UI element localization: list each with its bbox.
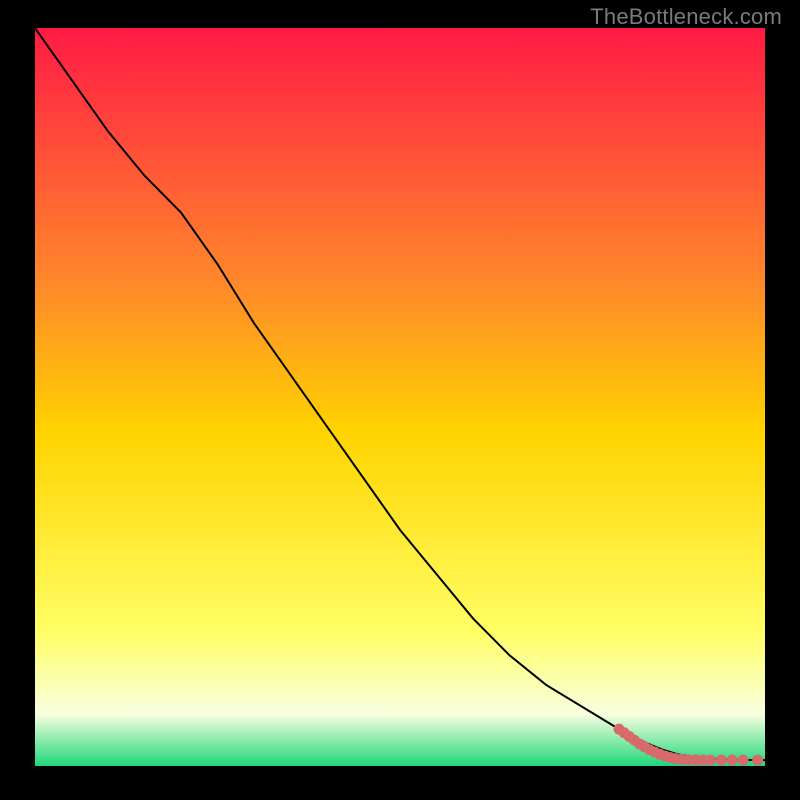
gradient-background <box>35 28 765 766</box>
chart-frame: TheBottleneck.com <box>0 0 800 800</box>
bottleneck-chart <box>35 28 765 766</box>
data-point <box>738 755 749 766</box>
data-point <box>716 755 727 766</box>
data-point <box>752 755 763 766</box>
data-point <box>727 755 738 766</box>
plot-area <box>35 28 765 766</box>
data-point <box>705 755 716 766</box>
watermark-text: TheBottleneck.com <box>590 4 782 30</box>
